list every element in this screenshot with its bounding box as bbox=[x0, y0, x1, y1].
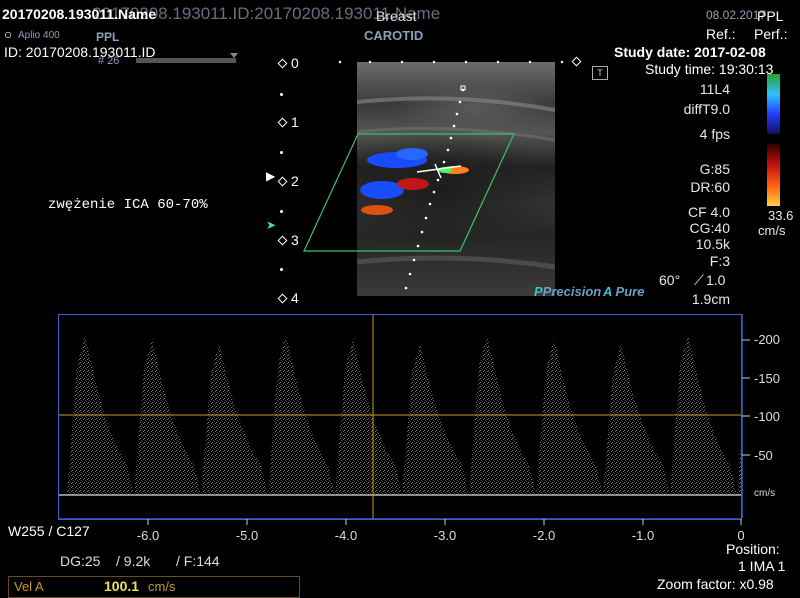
apure-logo: A Pure bbox=[603, 284, 644, 299]
param-probe: 11L4 bbox=[699, 81, 730, 97]
y-tick-label: -50 bbox=[754, 448, 773, 463]
perf-label: Perf.: bbox=[754, 26, 788, 42]
probe-circle-icon: ○ bbox=[4, 26, 13, 42]
position-label: Position: bbox=[726, 541, 780, 557]
operator-label: PPL bbox=[96, 30, 120, 44]
x-tick-label: -1.0 bbox=[631, 528, 655, 543]
doppler-gain: DG:25 bbox=[60, 553, 101, 569]
doppler-prf: / 9.2k bbox=[116, 553, 151, 569]
param-mode: diffT9.0 bbox=[683, 101, 730, 117]
x-tick-label: -5.0 bbox=[235, 528, 259, 543]
mode-label: Breast bbox=[376, 8, 417, 24]
doppler-spectrum-panel[interactable] bbox=[58, 314, 800, 520]
doppler-y-axis bbox=[741, 314, 750, 518]
depth-tick-4 bbox=[277, 293, 288, 304]
param-filter: F:3 bbox=[709, 253, 730, 269]
x-tick-label: -2.0 bbox=[532, 528, 556, 543]
param-angle-value: 1.0 bbox=[706, 272, 726, 288]
param-cf: CF 4.0 bbox=[687, 204, 730, 220]
zoom-factor: Zoom factor: x0.98 bbox=[657, 576, 774, 592]
focus-cyan-arrow-icon[interactable]: ➤ bbox=[266, 218, 276, 232]
lateral-ruler bbox=[338, 60, 564, 64]
preset-label: CAROTID bbox=[364, 28, 424, 43]
param-depth: 1.9cm bbox=[691, 291, 730, 307]
depth-label-2: 2 bbox=[291, 173, 299, 189]
study-time: Study time: 19:30:13 bbox=[645, 61, 774, 77]
depth-label-4: 4 bbox=[291, 290, 299, 306]
y-tick-label: -150 bbox=[754, 371, 781, 386]
slider-caret-icon bbox=[230, 53, 238, 58]
doppler-waveform bbox=[59, 315, 800, 519]
frame-slider[interactable] bbox=[136, 58, 236, 63]
param-gain: G:85 bbox=[699, 161, 730, 177]
param-fps: 4 fps bbox=[699, 126, 730, 142]
ref-label: Ref.: bbox=[706, 26, 736, 42]
doppler-filter: / F:144 bbox=[176, 553, 220, 569]
depth-dot bbox=[280, 151, 283, 154]
spectral-peak bbox=[335, 339, 402, 495]
param-angle: 60° bbox=[659, 272, 681, 288]
position-value: 1 IMA 1 bbox=[738, 558, 786, 574]
param-dr: DR:60 bbox=[690, 179, 730, 195]
study-date: Study date: 2017-02-08 bbox=[614, 44, 766, 60]
file-name: 20170208.193011.Name bbox=[2, 6, 157, 22]
depth-label-1: 1 bbox=[291, 114, 299, 130]
vel-value: 100.1 bbox=[104, 578, 140, 594]
param-cg: CG:40 bbox=[689, 220, 730, 236]
precision-logo-text: Precision bbox=[542, 284, 602, 299]
vel-label: Vel A bbox=[14, 579, 44, 594]
depth-dot bbox=[280, 268, 283, 271]
depth-tick-2 bbox=[277, 176, 288, 187]
spectral-peak bbox=[536, 339, 603, 495]
depth-tick-0 bbox=[277, 58, 288, 69]
spectral-peak bbox=[603, 343, 670, 495]
probe-orientation-icon[interactable]: T bbox=[592, 66, 608, 80]
patient-id: ID: 20170208.193011.ID bbox=[4, 44, 156, 60]
depth-tick-3 bbox=[277, 235, 288, 246]
vel-unit: cm/s bbox=[148, 579, 176, 594]
apure-logo-a: A bbox=[603, 284, 612, 299]
depth-tick-1 bbox=[277, 117, 288, 128]
depth-dot bbox=[280, 210, 283, 213]
x-tick-label: -6.0 bbox=[136, 528, 160, 543]
velocity-scale-value: 33.6 bbox=[768, 208, 794, 223]
depth-label-3: 3 bbox=[291, 232, 299, 248]
focus-arrow-icon[interactable]: ▶ bbox=[266, 169, 275, 183]
y-tick-label: -100 bbox=[754, 409, 781, 424]
window-level: W255 / C127 bbox=[8, 523, 90, 539]
depth-label-0: 0 bbox=[291, 55, 299, 71]
y-tick-label: -200 bbox=[754, 332, 781, 347]
apure-logo-text: Pure bbox=[615, 284, 645, 299]
scanner-brand: Aplio 400 bbox=[18, 30, 60, 41]
velocity-scale-unit: cm/s bbox=[758, 223, 786, 238]
org-label: PPL bbox=[757, 8, 784, 24]
precision-logo: PPrecision bbox=[534, 284, 602, 299]
x-tick-label: -3.0 bbox=[433, 528, 457, 543]
y-axis-unit: cm/s bbox=[754, 488, 776, 499]
frame-number: # 26 bbox=[98, 55, 120, 67]
spectral-peak bbox=[201, 343, 268, 495]
spectral-peak bbox=[134, 339, 201, 495]
x-tick-label: -4.0 bbox=[334, 528, 358, 543]
spectral-peak bbox=[402, 343, 469, 495]
param-prf: 10.5k bbox=[695, 236, 730, 252]
depth-dot bbox=[280, 93, 283, 96]
annotation-text: zwężenie ICA 60-70% bbox=[48, 197, 208, 213]
color-map-bar bbox=[767, 74, 780, 134]
focus-marker-icon bbox=[571, 56, 582, 67]
doppler-cursor-line[interactable] bbox=[380, 62, 480, 302]
doppler-x-axis bbox=[58, 518, 742, 525]
angle-correct-icon: ⟋ bbox=[694, 272, 704, 288]
velocity-color-bar bbox=[767, 144, 780, 206]
